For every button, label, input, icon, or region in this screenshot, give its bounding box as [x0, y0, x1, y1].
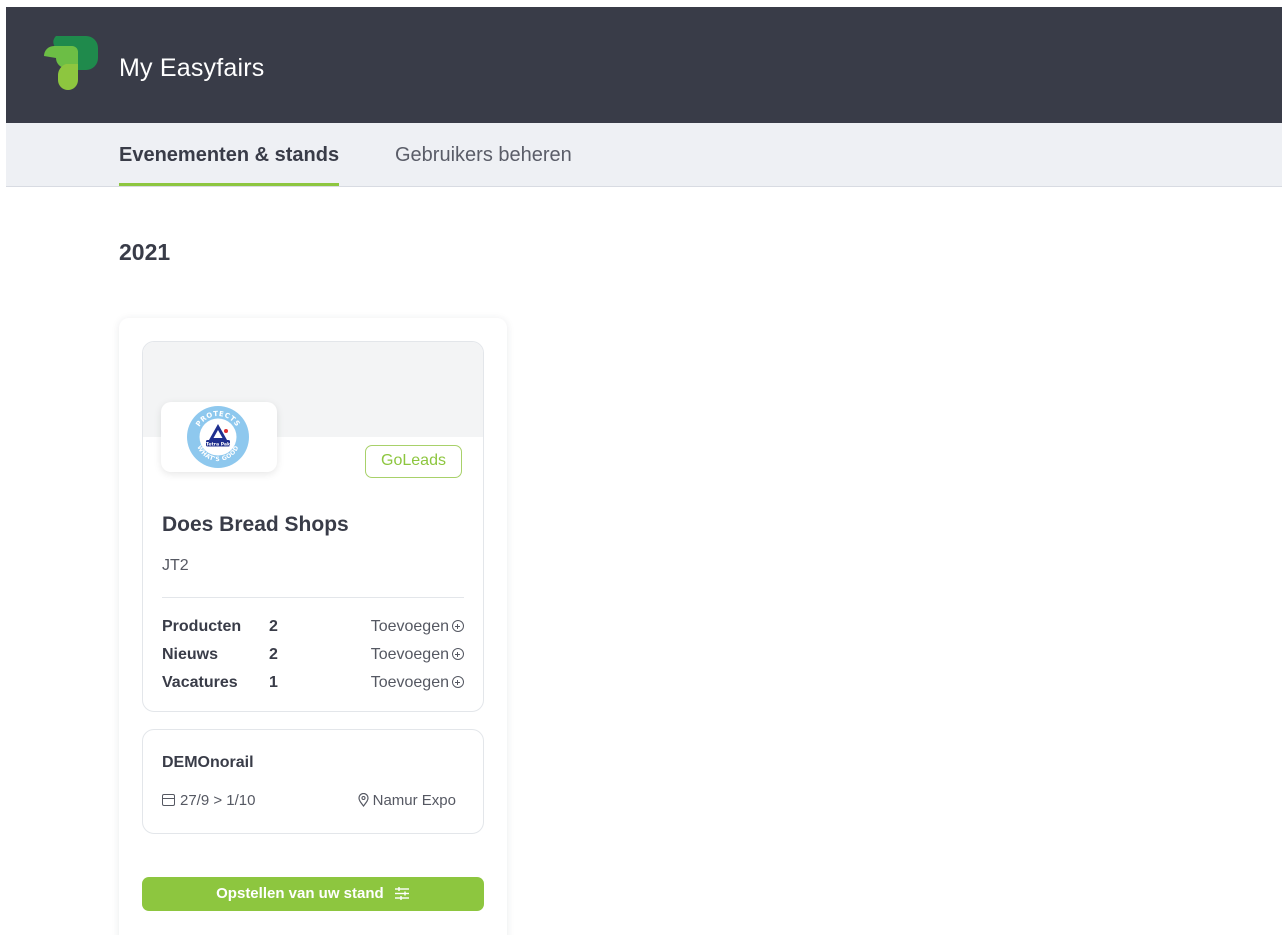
- app-title: My Easyfairs: [119, 54, 265, 82]
- stat-row-vacancies: Vacatures 1 Toevoegen: [162, 674, 464, 696]
- stat-label: Producten: [162, 618, 242, 635]
- event-location: Namur Expo: [358, 792, 456, 809]
- add-vacancy-button[interactable]: Toevoegen: [371, 674, 464, 692]
- top-header: My Easyfairs: [6, 7, 1282, 123]
- stat-count: 1: [269, 674, 278, 691]
- event-name: DEMOnorail: [162, 754, 254, 771]
- event-date-text: 27/9 > 1/10: [180, 792, 256, 809]
- add-label: Toevoegen: [370, 646, 449, 663]
- sliders-icon: [394, 887, 409, 900]
- add-news-button[interactable]: Toevoegen: [371, 646, 464, 664]
- tetra-pak-logo-icon: PROTECTS WHAT'S GOOD Tetra Pak: [187, 406, 249, 468]
- stat-row-news: Nieuws 2 Toevoegen: [162, 646, 464, 668]
- calendar-icon: [162, 794, 175, 806]
- svg-text:Tetra Pak: Tetra Pak: [206, 441, 231, 447]
- company-logo: PROTECTS WHAT'S GOOD Tetra Pak: [161, 402, 277, 472]
- company-name: Does Bread Shops: [162, 513, 349, 536]
- year-heading: 2021: [119, 239, 171, 265]
- easyfairs-logo-icon[interactable]: [42, 34, 100, 92]
- stat-row-products: Producten 2 Toevoegen: [162, 618, 464, 640]
- tab-events-stands[interactable]: Evenementen & stands: [119, 123, 340, 186]
- stand-card[interactable]: PROTECTS WHAT'S GOOD Tetra Pak GoLeads D…: [142, 341, 484, 712]
- app-frame: My Easyfairs Evenementen & stands Gebrui…: [6, 7, 1282, 935]
- stand-number: JT2: [162, 557, 189, 574]
- stat-label: Vacatures: [162, 674, 238, 691]
- setup-stand-button[interactable]: Opstellen van uw stand: [142, 877, 484, 911]
- add-product-button[interactable]: Toevoegen: [371, 618, 464, 636]
- plus-circle-icon: [452, 620, 464, 632]
- plus-circle-icon: [452, 648, 464, 660]
- stat-count: 2: [269, 646, 278, 663]
- stat-label: Nieuws: [162, 646, 219, 663]
- divider: [162, 597, 464, 598]
- stat-count: 2: [269, 618, 278, 635]
- setup-stand-label: Opstellen van uw stand: [216, 885, 384, 902]
- tab-bar: Evenementen & stands Gebruikers beheren: [6, 123, 1282, 187]
- exhibitor-card: PROTECTS WHAT'S GOOD Tetra Pak GoLeads D…: [119, 318, 507, 935]
- goleads-badge[interactable]: GoLeads: [365, 445, 462, 478]
- add-label: Toevoegen: [370, 618, 449, 635]
- event-date: 27/9 > 1/10: [162, 792, 255, 809]
- plus-circle-icon: [452, 676, 464, 688]
- event-location-text: Namur Expo: [372, 792, 456, 809]
- event-card[interactable]: DEMOnorail 27/9 > 1/10 Namur Expo: [142, 729, 484, 834]
- tab-manage-users[interactable]: Gebruikers beheren: [395, 123, 572, 186]
- add-label: Toevoegen: [370, 674, 449, 691]
- location-pin-icon: [358, 793, 369, 807]
